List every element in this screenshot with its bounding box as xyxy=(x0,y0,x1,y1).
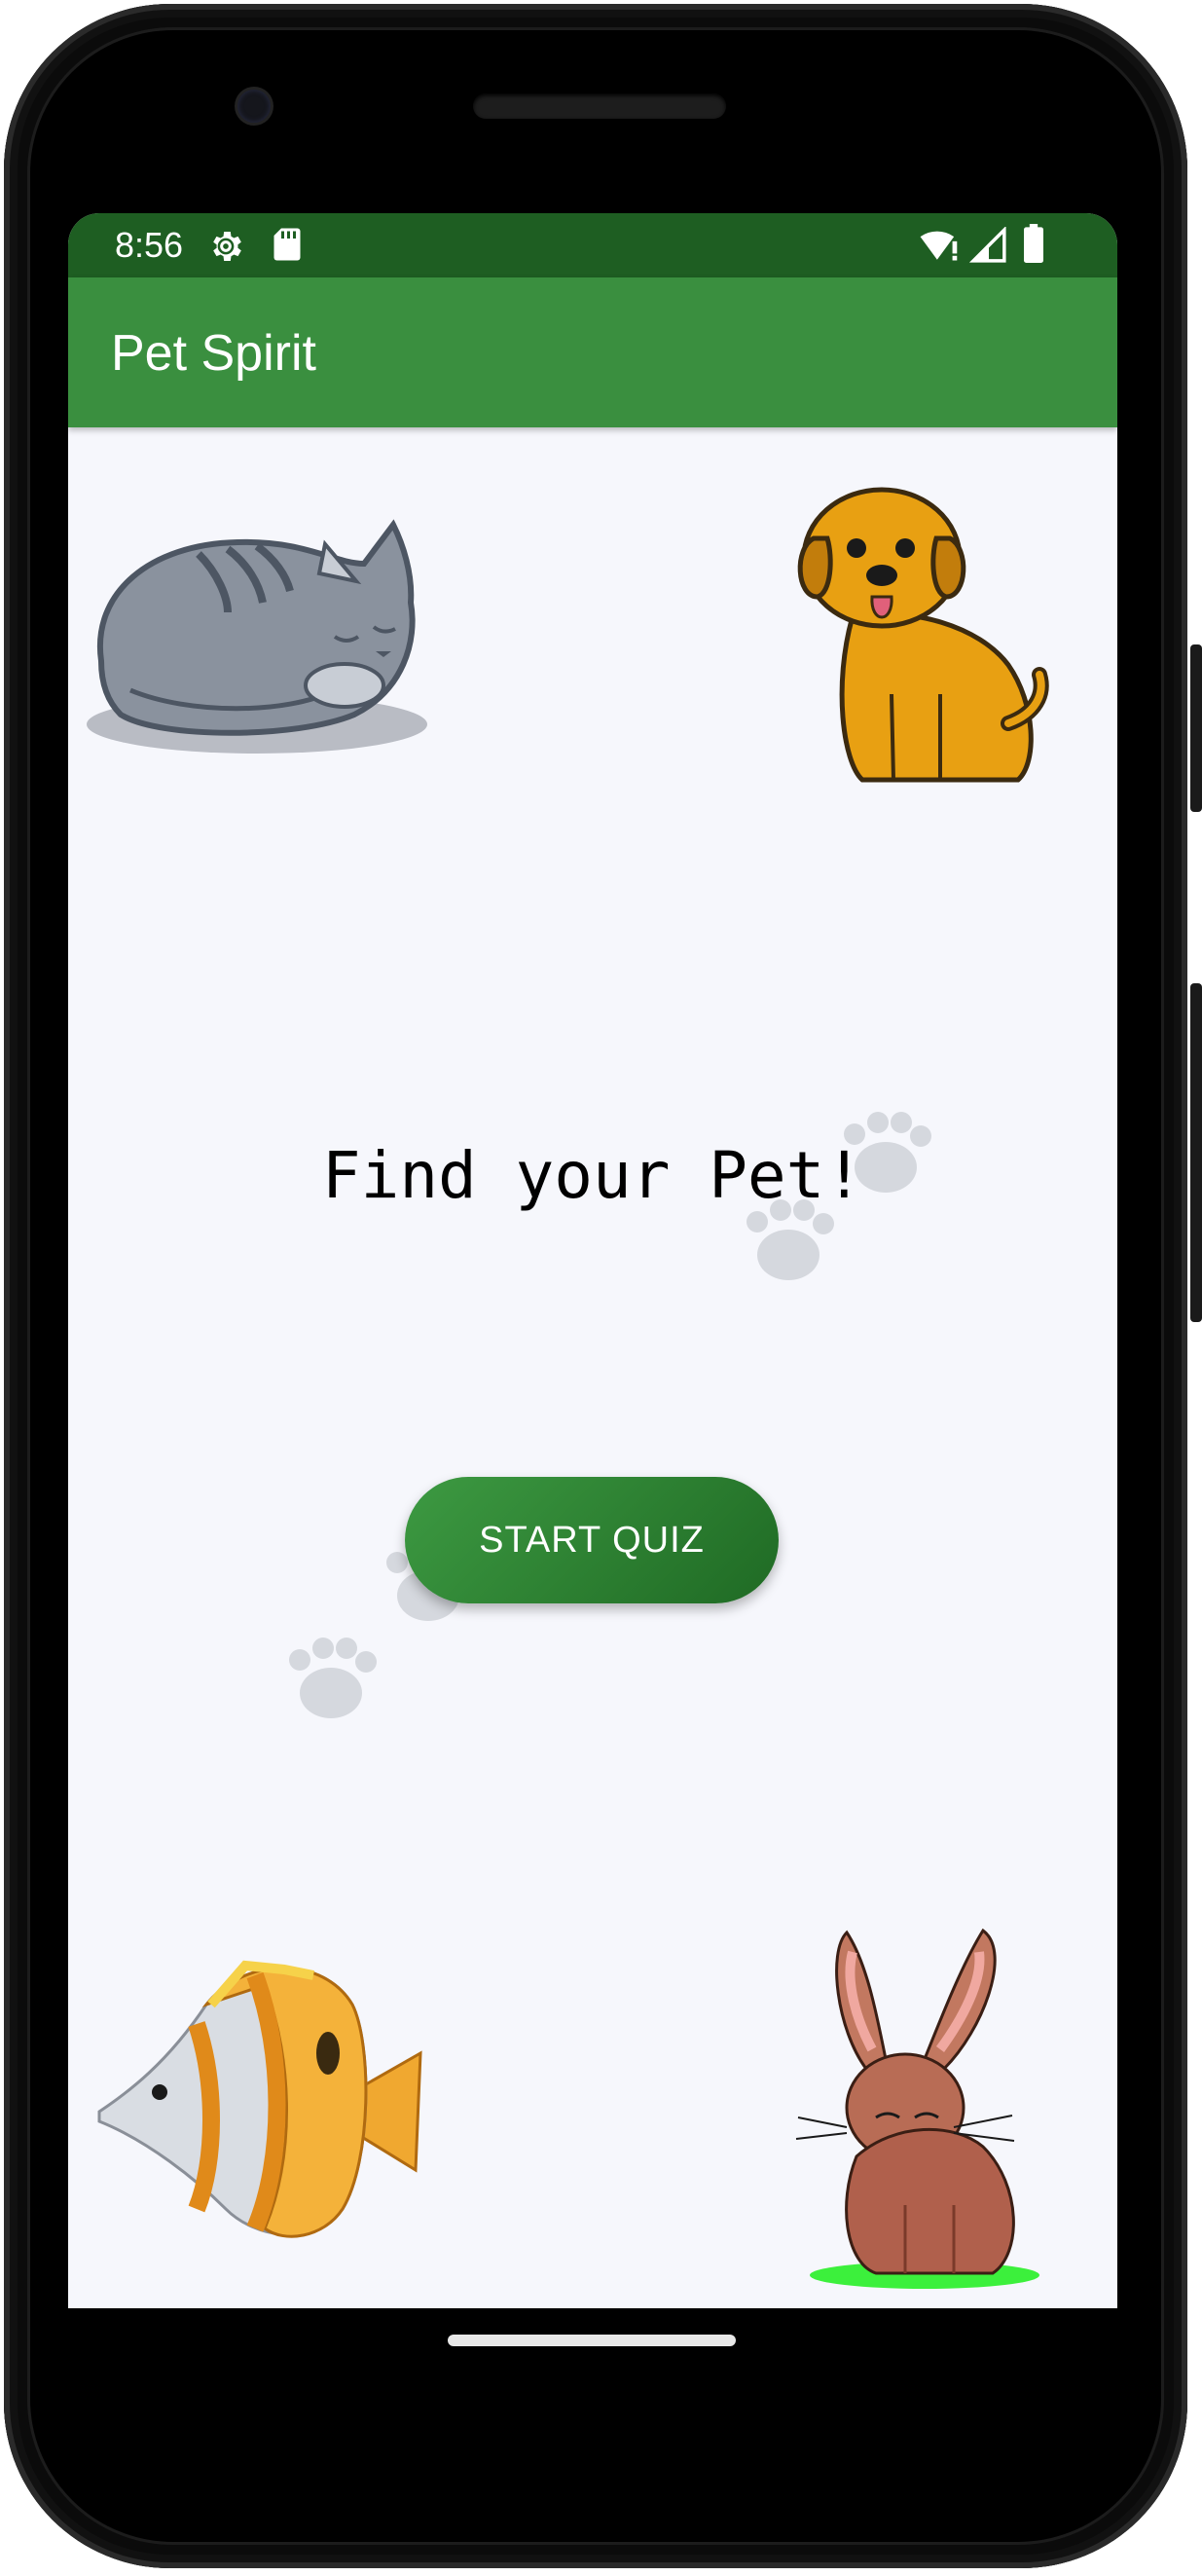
gear-icon xyxy=(213,232,241,261)
battery-icon xyxy=(1024,224,1043,263)
power-button[interactable] xyxy=(1190,644,1202,812)
start-quiz-button[interactable]: START QUIZ xyxy=(405,1477,779,1603)
wifi-icon xyxy=(920,231,958,261)
rabbit-image xyxy=(795,1928,1039,2289)
home-gesture-handle[interactable] xyxy=(448,2335,736,2346)
sd-card-icon xyxy=(273,228,301,261)
dog-image xyxy=(797,487,1049,783)
cell-signal-icon xyxy=(969,227,1006,263)
status-time: 8:56 xyxy=(115,225,184,265)
earpiece-speaker xyxy=(473,93,726,119)
app-title: Pet Spirit xyxy=(111,325,316,382)
headline: Find your Pet! xyxy=(321,1138,864,1213)
status-bar: 8:56 xyxy=(68,213,1117,277)
app-bar: Pet Spirit xyxy=(68,277,1117,427)
app-screen: 8:56 Pet Spirit Find your Pet! START QUI… xyxy=(68,213,1117,2308)
volume-button[interactable] xyxy=(1190,983,1202,1322)
front-camera xyxy=(237,90,271,123)
cat-image xyxy=(87,519,427,754)
fish-image xyxy=(97,1960,422,2238)
